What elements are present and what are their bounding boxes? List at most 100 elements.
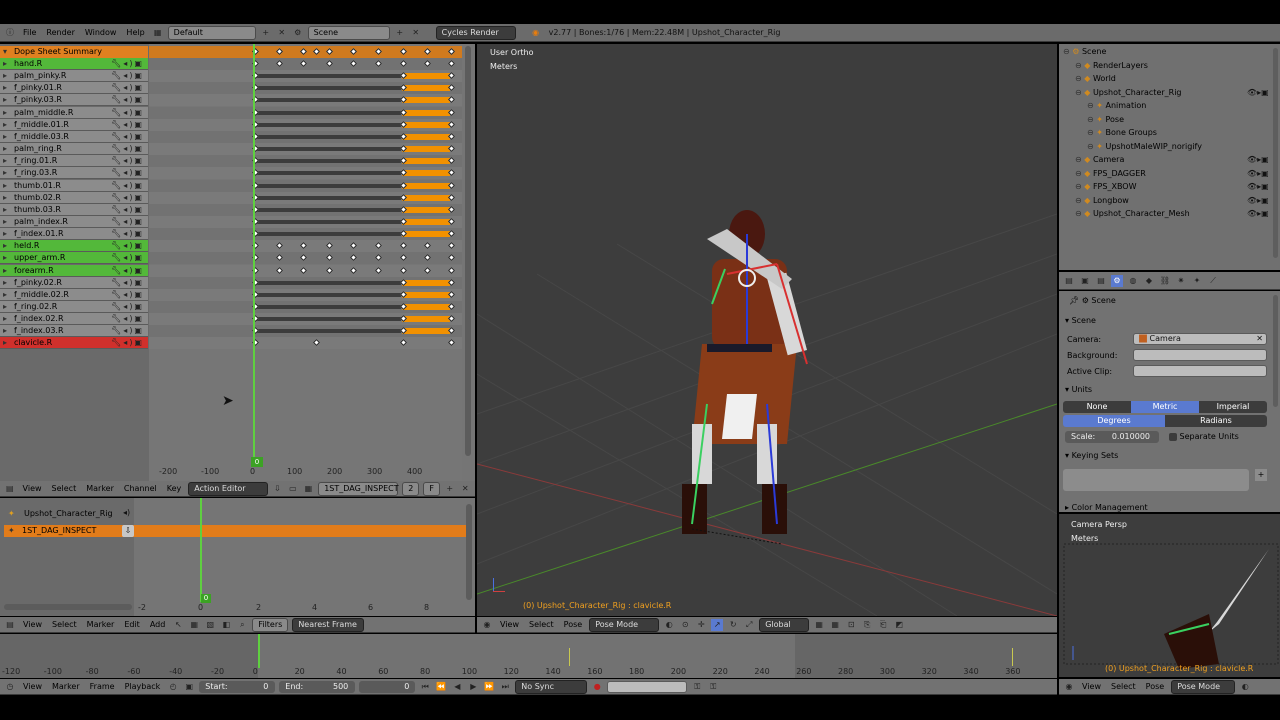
- outliner-item[interactable]: ⊖ ✦ Animation: [1087, 99, 1146, 112]
- bone-channel[interactable]: ▸ clavicle.R 🔧︎◂)▣: [0, 337, 148, 350]
- keying-sets-panel-header[interactable]: ▾ Keying Sets: [1065, 451, 1118, 460]
- bone-channel[interactable]: ▸ f_ring.03.R 🔧︎◂)▣: [0, 167, 148, 180]
- separate-units-checkbox[interactable]: Separate Units: [1169, 432, 1239, 441]
- expand-icon[interactable]: ⊖: [1075, 88, 1082, 97]
- world-tab-icon[interactable]: ◍: [1127, 275, 1139, 287]
- scene-panel-header[interactable]: ▾ Scene: [1065, 316, 1096, 325]
- include-missing-icon[interactable]: ◧: [220, 619, 232, 631]
- mode-select[interactable]: Action Editor: [188, 481, 268, 496]
- translate-icon[interactable]: ↗: [711, 618, 724, 631]
- action-name-field[interactable]: 1ST_DAG_INSPECT: [318, 481, 399, 496]
- shading-icon[interactable]: ◐: [1239, 681, 1251, 693]
- channel-toggle-icons[interactable]: 🔧︎◂)▣: [111, 192, 144, 204]
- bone-channel[interactable]: ▸ f_ring.02.R 🔧︎◂)▣: [0, 301, 148, 313]
- editor-type-icon[interactable]: ▤: [4, 619, 16, 631]
- keying-sets-list[interactable]: [1063, 469, 1249, 491]
- editor-type-icon[interactable]: ◉: [1063, 681, 1075, 693]
- expand-icon[interactable]: ⊖: [1075, 74, 1082, 83]
- bone-channel[interactable]: ▸ palm_ring.R 🔧︎◂)▣: [0, 143, 148, 156]
- bone-channel[interactable]: ▸ f_pinky.02.R 🔧︎◂)▣: [0, 276, 148, 289]
- visibility-icons[interactable]: 👁︎▸▣: [1247, 180, 1269, 193]
- rotate-icon[interactable]: ↻: [727, 619, 739, 631]
- bone-channel[interactable]: ▸ f_middle.01.R 🔧︎◂)▣: [0, 118, 148, 131]
- menu-select[interactable]: Select: [49, 484, 80, 493]
- expand-icon[interactable]: ⊖: [1063, 47, 1070, 56]
- bone-channel[interactable]: ▸ f_index.02.R 🔧︎◂)▣: [0, 313, 148, 326]
- visibility-icons[interactable]: 👁︎▸▣: [1247, 207, 1269, 220]
- channel-toggle-icons[interactable]: 🔧︎◂)▣: [111, 180, 144, 192]
- modifiers-tab-icon[interactable]: ✷: [1175, 275, 1187, 287]
- expand-icon[interactable]: ⊖: [1075, 182, 1082, 191]
- menu-edit[interactable]: Edit: [121, 620, 143, 629]
- channel-toggle-icons[interactable]: 🔧︎◂)▣: [111, 301, 144, 313]
- menu-marker[interactable]: Marker: [83, 484, 117, 493]
- menu-add[interactable]: Add: [147, 620, 169, 629]
- menu-help[interactable]: Help: [123, 28, 147, 37]
- layers-icon[interactable]: ▦: [829, 619, 841, 631]
- outliner-item[interactable]: ⊖ ◆ FPS_XBOW: [1075, 180, 1137, 193]
- menu-key[interactable]: Key: [164, 484, 185, 493]
- visibility-icons[interactable]: 👁︎▸▣: [1247, 153, 1269, 166]
- outliner-item[interactable]: ⊖ ◆ Longbow: [1075, 194, 1129, 207]
- outliner-scrollbar[interactable]: [1273, 48, 1278, 258]
- expand-icon[interactable]: ▸: [3, 107, 7, 119]
- unlink-action-icon[interactable]: ✕: [459, 483, 471, 495]
- sync-select[interactable]: No Sync: [515, 679, 588, 694]
- menu-playback[interactable]: Playback: [122, 682, 164, 691]
- expand-icon[interactable]: ⊖: [1075, 169, 1082, 178]
- expand-icon[interactable]: ⊖: [1087, 115, 1094, 124]
- menu-select[interactable]: Select: [526, 620, 557, 629]
- lock-range-icon[interactable]: ▣: [183, 681, 195, 693]
- push-down-button[interactable]: ⇩: [122, 525, 134, 537]
- expand-icon[interactable]: ▸: [3, 240, 7, 252]
- expand-icon[interactable]: ▸: [3, 313, 7, 325]
- manipulator-icon[interactable]: ✛: [695, 619, 707, 631]
- object-tab-icon[interactable]: ◆: [1143, 275, 1155, 287]
- menu-view[interactable]: View: [1079, 682, 1104, 691]
- play-icon[interactable]: ▶: [467, 681, 479, 693]
- bone-channel[interactable]: ▸ palm_pinky.R 🔧︎◂)▣: [0, 70, 148, 83]
- channel-toggle-icons[interactable]: 🔧︎◂)▣: [111, 82, 144, 94]
- outliner-item[interactable]: ⊖ ◆ RenderLayers: [1075, 59, 1148, 72]
- expand-icon[interactable]: ▸: [3, 82, 7, 94]
- visibility-icons[interactable]: 👁︎▸▣: [1247, 167, 1269, 180]
- expand-icon[interactable]: ▸: [3, 119, 7, 131]
- editor-type-icon[interactable]: ▤: [4, 483, 16, 495]
- stash-icon[interactable]: ▭: [287, 483, 299, 495]
- menu-select[interactable]: Select: [49, 620, 80, 629]
- outliner-item[interactable]: ⊖ ✦ Pose: [1087, 113, 1124, 126]
- add-keying-set-button[interactable]: +: [1255, 469, 1267, 481]
- scale-field[interactable]: Scale: 0.010000: [1065, 431, 1159, 443]
- menu-view[interactable]: View: [20, 484, 45, 493]
- expand-icon[interactable]: ▸: [3, 289, 7, 301]
- nla-object-row[interactable]: ✦ Upshot_Character_Rig: [4, 508, 134, 520]
- jump-start-icon[interactable]: ⏮: [419, 681, 431, 693]
- scale-icon[interactable]: ⤢: [743, 619, 755, 631]
- channel-toggle-icons[interactable]: 🔧︎◂)▣: [111, 216, 144, 228]
- outliner-item[interactable]: ⊖ ◆ World: [1075, 72, 1116, 85]
- visibility-icons[interactable]: 👁︎▸▣: [1247, 86, 1269, 99]
- camera-viewport[interactable]: Camera Persp Meters (0) Upshot_Character…: [1059, 514, 1280, 677]
- bone-channel[interactable]: ▸ palm_index.R 🔧︎◂)▣: [0, 215, 148, 228]
- nla-action-row[interactable]: ✦ 1ST_DAG_INSPECT: [4, 525, 466, 537]
- expand-icon[interactable]: ▸: [3, 204, 7, 216]
- background-field[interactable]: [1133, 349, 1267, 361]
- render-preview-icon[interactable]: ◩: [893, 619, 905, 631]
- copy-pose-icon[interactable]: ⎘: [861, 619, 873, 631]
- action-browse-icon[interactable]: ▦: [303, 483, 315, 495]
- close-scene-icon[interactable]: ✕: [410, 27, 422, 39]
- filter-icon[interactable]: ▦: [188, 619, 200, 631]
- filters-button[interactable]: Filters: [252, 617, 289, 632]
- play-reverse-icon[interactable]: ◀: [451, 681, 463, 693]
- channel-toggle-icons[interactable]: 🔧︎◂)▣: [111, 228, 144, 240]
- expand-icon[interactable]: ▸: [3, 155, 7, 167]
- active-clip-field[interactable]: [1133, 365, 1267, 377]
- bone-channel[interactable]: ▸ f_ring.01.R 🔧︎◂)▣: [0, 155, 148, 168]
- bone-channel[interactable]: ▸ f_index.01.R 🔧︎◂)▣: [0, 228, 148, 241]
- search-icon[interactable]: ⌕: [236, 619, 248, 631]
- channel-toggle-icons[interactable]: 🔧︎◂)▣: [111, 313, 144, 325]
- lock-icon[interactable]: ⊡: [845, 619, 857, 631]
- menu-marker[interactable]: Marker: [49, 682, 83, 691]
- current-frame-indicator[interactable]: 0: [251, 457, 263, 467]
- current-frame-field[interactable]: 0: [359, 680, 416, 693]
